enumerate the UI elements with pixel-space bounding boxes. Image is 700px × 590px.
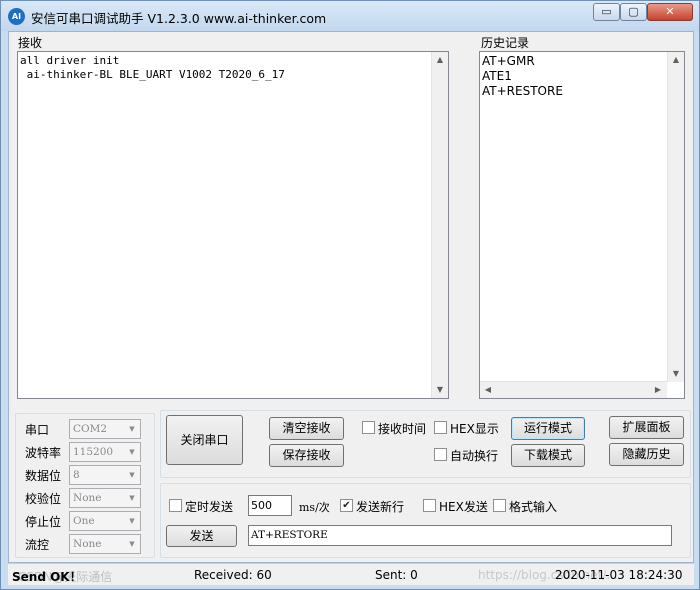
send-panel (160, 483, 691, 558)
timed-send-label: 定时发送 (185, 500, 234, 514)
run-mode-button[interactable]: 运行模式 (511, 417, 585, 440)
baud-select[interactable]: 115200 ▼ (69, 442, 141, 462)
scroll-up-icon[interactable]: ▲ (668, 52, 684, 68)
hide-history-button[interactable]: 隐藏历史 (609, 443, 684, 466)
data-bits-value: 8 (73, 469, 80, 481)
hex-display-checkbox[interactable] (434, 421, 447, 434)
history-item[interactable]: AT+GMR (482, 54, 535, 68)
status-bar: CSDN@天际通信 Send OK！ Received: 60 Sent: 0 … (8, 563, 694, 585)
chevron-down-icon: ▼ (129, 494, 135, 502)
flow-control-select[interactable]: None ▼ (69, 534, 141, 554)
scroll-up-icon[interactable]: ▲ (432, 52, 448, 68)
status-datetime: 2020-11-03 18:24:30 (555, 568, 683, 582)
stop-bits-value: One (73, 515, 95, 527)
scroll-left-icon[interactable]: ◀ (480, 382, 496, 398)
history-hscrollbar[interactable]: ◀ ▶ (480, 381, 667, 398)
expand-panel-button[interactable]: 扩展面板 (609, 416, 684, 439)
scroll-down-icon[interactable]: ▼ (668, 366, 684, 382)
flow-control-label: 流控 (25, 538, 50, 552)
status-send-ok: Send OK！ (12, 570, 82, 584)
parity-label: 校验位 (25, 492, 62, 506)
chevron-down-icon: ▼ (129, 517, 135, 525)
window-title: 安信可串口调试助手 V1.2.3.0 www.ai-thinker.com (31, 11, 327, 26)
title-bar[interactable]: AI 安信可串口调试助手 V1.2.3.0 www.ai-thinker.com… (1, 1, 699, 31)
stop-bits-label: 停止位 (25, 515, 62, 529)
minimize-button[interactable]: ▭ (593, 3, 620, 21)
parity-select[interactable]: None ▼ (69, 488, 141, 508)
save-receive-button[interactable]: 保存接收 (269, 444, 344, 467)
close-port-button[interactable]: 关闭串口 (166, 415, 243, 465)
send-text-input[interactable]: AT+RESTORE (248, 525, 672, 546)
hex-send-label: HEX发送 (439, 500, 488, 514)
close-button[interactable]: ✕ (647, 3, 693, 21)
chevron-down-icon: ▼ (129, 448, 135, 456)
flow-control-value: None (73, 538, 102, 550)
port-select[interactable]: COM2 ▼ (69, 419, 141, 439)
data-bits-label: 数据位 (25, 469, 62, 483)
receive-textarea[interactable]: all driver init ai-thinker-BL BLE_UART V… (17, 51, 449, 399)
port-value: COM2 (73, 423, 108, 435)
history-item[interactable]: ATE1 (482, 69, 512, 83)
hex-send-checkbox[interactable] (423, 499, 436, 512)
clear-receive-button[interactable]: 清空接收 (269, 417, 344, 440)
parity-value: None (73, 492, 102, 504)
receive-time-label: 接收时间 (378, 422, 427, 436)
app-logo-icon: AI (8, 8, 25, 25)
chevron-down-icon: ▼ (129, 425, 135, 433)
status-received: Received: 60 (194, 568, 272, 582)
hex-display-label: HEX显示 (450, 422, 499, 436)
port-label: 串口 (25, 423, 50, 437)
receive-scrollbar[interactable]: ▲ ▼ (431, 52, 448, 398)
data-bits-select[interactable]: 8 ▼ (69, 465, 141, 485)
baud-label: 波特率 (25, 446, 62, 460)
client-area: 接收 all driver init ai-thinker-BL BLE_UAR… (8, 31, 694, 563)
interval-input[interactable]: 500 (248, 495, 292, 516)
send-newline-label: 发送新行 (356, 500, 405, 514)
download-mode-button[interactable]: 下载模式 (511, 444, 585, 467)
maximize-button[interactable]: ▢ (620, 3, 647, 21)
history-item[interactable]: AT+RESTORE (482, 84, 563, 98)
receive-content: all driver init ai-thinker-BL BLE_UART V… (20, 54, 285, 81)
history-vscrollbar[interactable]: ▲ ▼ (667, 52, 684, 382)
baud-value: 115200 (73, 446, 114, 458)
send-button[interactable]: 发送 (166, 525, 237, 547)
auto-newline-label: 自动换行 (450, 449, 499, 463)
auto-newline-checkbox[interactable] (434, 448, 447, 461)
history-list[interactable]: AT+GMR ATE1 AT+RESTORE ▲ ▼ ◀ ▶ (479, 51, 685, 399)
receive-label: 接收 (18, 36, 43, 50)
app-window: AI 安信可串口调试助手 V1.2.3.0 www.ai-thinker.com… (0, 0, 700, 590)
receive-time-checkbox[interactable] (362, 421, 375, 434)
send-newline-checkbox[interactable]: ✔ (340, 499, 353, 512)
format-input-label: 格式输入 (509, 500, 558, 514)
chevron-down-icon: ▼ (129, 540, 135, 548)
status-sent: Sent: 0 (375, 568, 418, 582)
scroll-right-icon[interactable]: ▶ (650, 382, 666, 398)
stop-bits-select[interactable]: One ▼ (69, 511, 141, 531)
timed-send-checkbox[interactable] (169, 499, 182, 512)
chevron-down-icon: ▼ (129, 471, 135, 479)
scroll-down-icon[interactable]: ▼ (432, 382, 448, 398)
interval-unit-label: ms/次 (299, 501, 330, 514)
format-input-checkbox[interactable] (493, 499, 506, 512)
history-label: 历史记录 (481, 36, 530, 50)
